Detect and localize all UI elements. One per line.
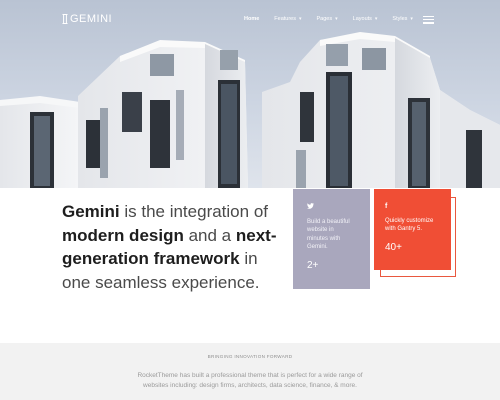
gemini-logo-icon (62, 14, 68, 24)
feature-card-twitter[interactable]: Build a beautiful website in minutes wit… (293, 189, 370, 289)
logo[interactable]: GEMINI (62, 13, 112, 25)
nav-item-layouts[interactable]: Layouts ▾ (353, 16, 378, 22)
facebook-icon: f (385, 203, 388, 210)
card-text: Quickly customize with Gantry 5. (385, 218, 434, 233)
feature-card-facebook[interactable]: f Quickly customize with Gantry 5. 40+ (374, 189, 451, 270)
nav-item-label: Pages (316, 16, 333, 22)
hamburger-menu-icon[interactable] (423, 16, 434, 24)
tagline-highlight: modern design (62, 225, 184, 245)
tagline-text: is the integration of (119, 202, 268, 221)
card-text: Build a beautiful website in minutes wit… (307, 219, 350, 251)
tagline-text: and a (183, 225, 236, 245)
nav-item-pages[interactable]: Pages ▾ (317, 16, 338, 22)
chevron-down-icon: ▾ (299, 16, 302, 22)
nav-item-home[interactable]: Home (244, 16, 259, 22)
chevron-down-icon: ▾ (410, 16, 413, 22)
tagline-brand: Gemini (62, 202, 120, 221)
nav-item-features[interactable]: Features ▾ (274, 16, 301, 22)
card-count: 40+ (385, 241, 402, 253)
chevron-down-icon: ▾ (374, 16, 378, 22)
section-description: RocketTheme has built a professional the… (137, 372, 363, 389)
nav-item-label: Home (244, 16, 260, 22)
brand-name: GEMINI (70, 13, 113, 25)
top-navigation: GEMINI Home Features ▾ Pages ▾ Layouts ▾… (0, 0, 500, 40)
hero-tagline: Gemini is the integration of modern desi… (62, 200, 284, 294)
section-eyebrow: BRINGING INNOVATION FORWARD (207, 354, 293, 359)
twitter-icon (307, 203, 356, 212)
nav-item-label: Styles (392, 16, 408, 22)
nav-item-styles[interactable]: Styles ▾ (392, 16, 413, 22)
main-menu: Home Features ▾ Pages ▾ Layouts ▾ Styles… (244, 16, 428, 22)
card-count: 2+ (307, 259, 319, 271)
nav-item-label: Features (274, 16, 296, 22)
chevron-down-icon: ▾ (335, 16, 338, 22)
nav-item-label: Layouts (352, 16, 372, 22)
